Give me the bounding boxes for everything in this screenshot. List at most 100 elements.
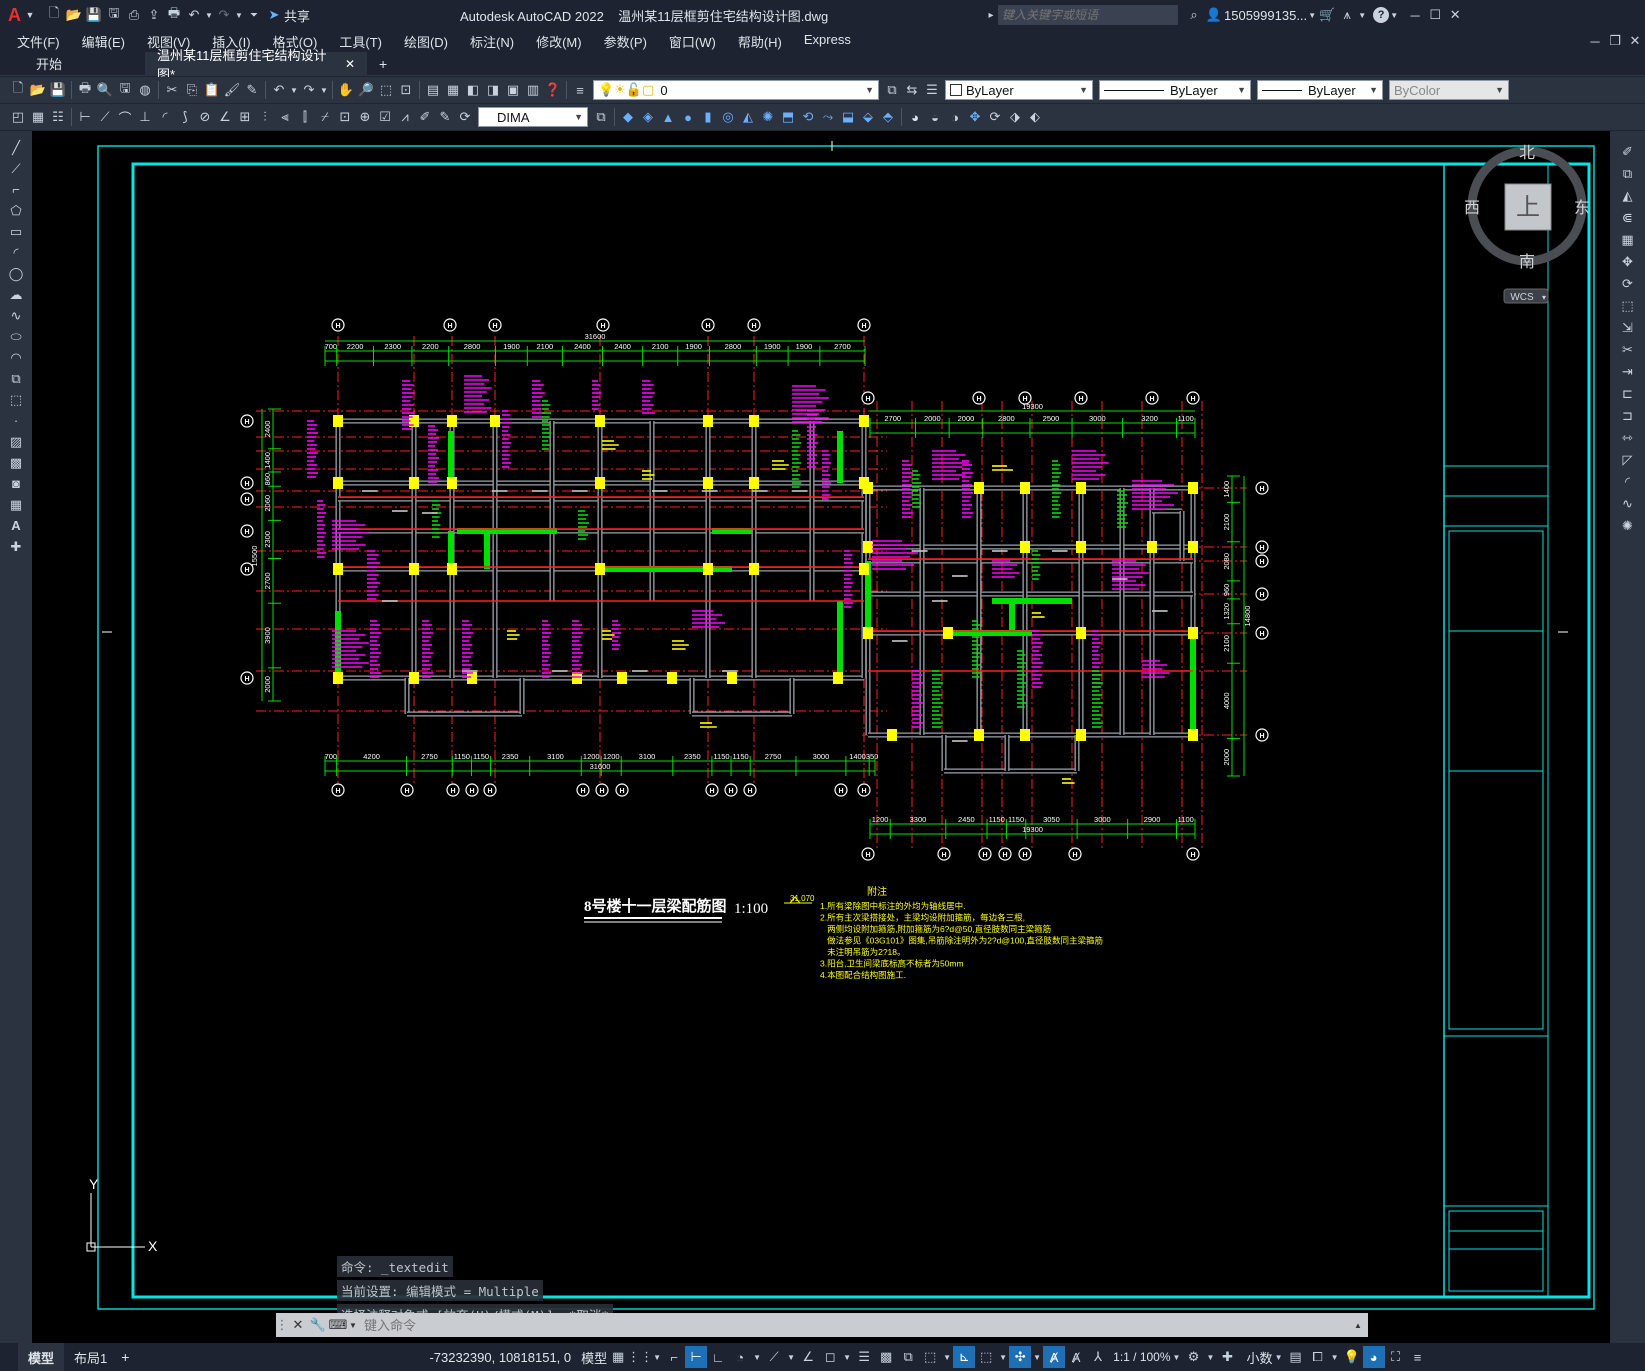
line-icon[interactable]: ╱ — [6, 137, 26, 158]
chevron-down-icon[interactable]: ▼ — [1389, 5, 1399, 25]
tool-palettes-icon[interactable]: ◧ — [463, 80, 483, 100]
user-icon[interactable]: 👤 — [1204, 5, 1224, 25]
viewcube[interactable]: 上 北 南 东 西 WCS ▾ — [1464, 144, 1590, 304]
print-icon[interactable]: 🖶 — [164, 5, 184, 25]
copy-object-icon[interactable]: ⧉ — [1618, 163, 1638, 185]
layer-properties-icon[interactable]: ≡ — [570, 80, 590, 100]
modeling-wedge-icon[interactable]: ◈ — [638, 107, 658, 127]
customization-menu-icon[interactable]: ≡ — [1407, 1346, 1429, 1368]
chevron-right-icon[interactable]: ▸ — [984, 5, 998, 25]
zoom-window-icon[interactable]: ⬚ — [376, 80, 396, 100]
grid-icon[interactable]: ▦ — [607, 1346, 629, 1368]
menu-item-9[interactable]: 参数(P) — [593, 32, 658, 51]
mirror-icon[interactable]: ◭ — [1618, 185, 1638, 207]
menu-item-1[interactable]: 编辑(E) — [71, 32, 136, 51]
extend-icon[interactable]: ⇥ — [1618, 361, 1638, 383]
annotation-monitor-icon[interactable]: ✚ — [1217, 1346, 1239, 1368]
plot-icon[interactable]: 🖶 — [75, 80, 95, 100]
save-web-icon[interactable]: ⇪ — [144, 5, 164, 25]
workspace-gear-icon[interactable]: ⚙ — [1183, 1346, 1205, 1368]
drawing-canvas[interactable]: 700 2200 2300 2200 2800 1900 2100 2400 2400 2100 1… — [32, 131, 1610, 1343]
modeling-sweep-icon[interactable]: ⤳ — [818, 107, 838, 127]
redo-icon[interactable]: ↷ — [299, 80, 319, 100]
revision-cloud-icon[interactable]: ☁ — [6, 284, 26, 305]
polygon-icon[interactable]: ⬠ — [6, 200, 26, 221]
sheet-set-icon[interactable]: ◨ — [483, 80, 503, 100]
save-as-icon[interactable]: 🖫 — [104, 5, 124, 25]
polar-tracking-icon[interactable]: ◔ — [729, 1346, 751, 1368]
model-space-button[interactable]: 模型 — [581, 1348, 607, 1367]
doc-close-icon[interactable]: ✕ — [1625, 31, 1645, 51]
doc-minimize-icon[interactable]: ─ — [1585, 31, 1605, 51]
object-snap-icon[interactable]: ◻ — [819, 1346, 841, 1368]
construction-line-icon[interactable]: ⟋ — [6, 158, 26, 179]
save-icon[interactable]: 💾 — [48, 80, 68, 100]
menu-item-6[interactable]: 绘图(D) — [393, 32, 459, 51]
realistic-icon[interactable]: ◒ — [925, 107, 945, 127]
search-input[interactable] — [998, 5, 1179, 25]
scale-icon[interactable]: ⬚ — [1618, 295, 1638, 317]
chevron-down-icon[interactable]: ▼ — [751, 1346, 763, 1368]
lock-ui-icon[interactable]: ⧠ — [1307, 1346, 1329, 1368]
viewcube-north[interactable]: 北 — [1519, 144, 1535, 162]
viewcube-south[interactable]: 南 — [1519, 253, 1535, 271]
trim-icon[interactable]: ✂ — [1618, 339, 1638, 361]
hatch-icon[interactable]: ▨ — [6, 431, 26, 452]
conceptual-icon[interactable]: ◑ — [945, 107, 965, 127]
copy-icon[interactable]: ⎘ — [182, 80, 202, 100]
modeling-extrude-icon[interactable]: ⬒ — [778, 107, 798, 127]
make-block-icon[interactable]: ⬚ — [6, 389, 26, 410]
modeling-subtract-icon[interactable]: ⬘ — [878, 107, 898, 127]
menu-item-12[interactable]: Express — [793, 32, 862, 51]
chevron-up-icon[interactable]: ▲ — [1348, 1315, 1368, 1335]
modeling-sphere-icon[interactable]: ● — [678, 107, 698, 127]
tab-layout1[interactable]: 布局1 — [64, 1343, 117, 1371]
menu-item-0[interactable]: 文件(F) — [6, 32, 71, 51]
chevron-down-icon[interactable]: ▼ — [1307, 5, 1317, 25]
customize-wrench-icon[interactable]: 🔧 — [308, 1315, 328, 1335]
chevron-down-icon[interactable]: ▼ — [785, 1346, 797, 1368]
lineweight-icon[interactable]: ☰ — [853, 1346, 875, 1368]
help-icon[interactable]: ❓ — [543, 80, 563, 100]
continue-icon[interactable]: ⫷ — [275, 107, 295, 127]
doc-restore-icon[interactable]: ❐ — [1605, 31, 1625, 51]
infer-constraints-icon[interactable]: ⌐ — [663, 1346, 685, 1368]
ortho-icon[interactable]: ∟ — [707, 1346, 729, 1368]
chevron-down-icon[interactable]: ▼ — [1171, 1346, 1183, 1368]
chevron-down-icon[interactable]: ▼ — [997, 1346, 1009, 1368]
transparency-icon[interactable]: ▩ — [875, 1346, 897, 1368]
region-icon[interactable]: ◙ — [6, 473, 26, 494]
modeling-pyramid-icon[interactable]: ◭ — [738, 107, 758, 127]
dim-space-icon[interactable]: ⫿ — [295, 107, 315, 127]
gizmo-icon[interactable]: ✣ — [1009, 1346, 1032, 1368]
cart-icon[interactable]: 🛒 — [1317, 5, 1337, 25]
command-input[interactable] — [358, 1314, 1348, 1336]
annotation-scale-icon[interactable]: ⅄ — [1087, 1346, 1109, 1368]
chevron-down-icon[interactable]: ▼ — [941, 1346, 953, 1368]
gradient-icon[interactable]: ▩ — [6, 452, 26, 473]
modeling-torus-icon[interactable]: ◎ — [718, 107, 738, 127]
make-current-icon[interactable]: ⧉ — [882, 80, 902, 100]
modeling-union-icon[interactable]: ⬙ — [858, 107, 878, 127]
menu-item-5[interactable]: 工具(T) — [328, 32, 393, 51]
chevron-down-icon[interactable]: ▼ — [1031, 1346, 1043, 1368]
command-prompt-icon[interactable]: ⌨ — [328, 1315, 348, 1335]
open-file-icon[interactable]: 📂 — [64, 5, 84, 25]
diameter-icon[interactable]: ⊘ — [195, 107, 215, 127]
angular-icon[interactable]: ∠ — [215, 107, 235, 127]
search-icon[interactable]: ⌕ — [1184, 5, 1204, 25]
tab-close-icon[interactable]: ✕ — [345, 57, 355, 71]
maximize-icon[interactable]: ☐ — [1425, 5, 1445, 25]
jog-line-icon[interactable]: ⩘ — [395, 107, 415, 127]
undo-icon[interactable]: ↶ — [184, 5, 204, 25]
share-button[interactable]: 共享 — [284, 6, 310, 25]
modeling-helix-icon[interactable]: ✺ — [758, 107, 778, 127]
open-icon[interactable]: 📂 — [28, 80, 48, 100]
3d-align-icon[interactable]: ⬗ — [1005, 107, 1025, 127]
ordinate-icon[interactable]: ⊥ — [135, 107, 155, 127]
viewcube-east[interactable]: 东 — [1574, 199, 1590, 217]
stretch-icon[interactable]: ⇲ — [1618, 317, 1638, 339]
cut-icon[interactable]: ✂ — [162, 80, 182, 100]
linetype-dropdown[interactable]: ByLayer ▼ — [1099, 80, 1251, 100]
close-icon[interactable]: ✕ — [288, 1315, 308, 1335]
